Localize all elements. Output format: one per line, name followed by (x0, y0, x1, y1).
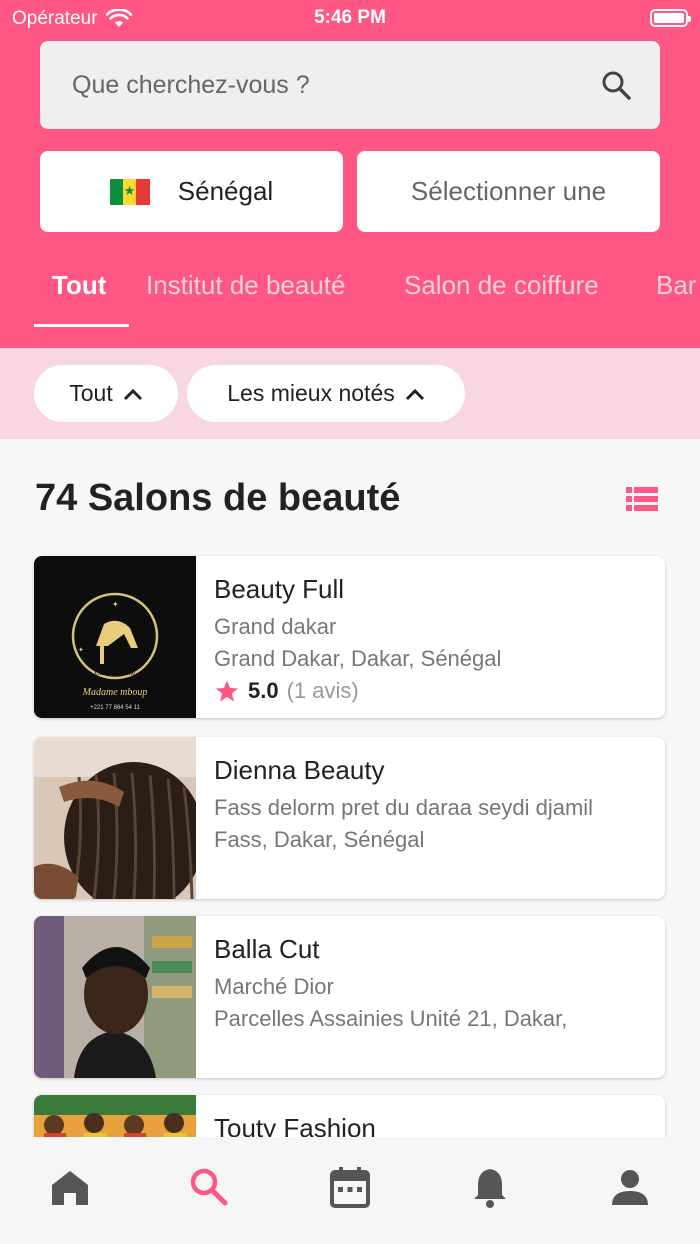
calendar-icon[interactable] (328, 1165, 372, 1209)
bell-icon[interactable] (468, 1165, 512, 1209)
search-placeholder: Que cherchez-vous ? (72, 71, 310, 99)
star-icon (216, 680, 238, 702)
list-view-icon[interactable] (626, 487, 658, 511)
rating-score: 5.0 (248, 678, 279, 703)
country-selector[interactable]: ★ Sénégal (40, 151, 343, 232)
salon-photo-braids (34, 737, 196, 899)
svg-text:✦: ✦ (78, 646, 84, 654)
salon-card[interactable]: Balla Cut Marché Dior Parcelles Assainie… (34, 916, 665, 1078)
filter-bar: Tout Les mieux notés (0, 348, 700, 439)
salon-address: Parcelles Assainies Unité 21, Dakar, (214, 1006, 568, 1031)
battery-icon (650, 9, 691, 27)
sort-filter-label: Les mieux notés (227, 380, 395, 406)
type-filter-label: Tout (69, 380, 113, 406)
salon-name: Beauty Full (214, 574, 345, 604)
tab-all[interactable]: Tout (52, 270, 106, 301)
salon-rating: 5.0 (1 avis) (214, 675, 657, 707)
salon-card[interactable]: Dienna Beauty Fass delorm pret du daraa … (34, 737, 665, 899)
salon-area: Marché Dior (214, 974, 334, 999)
region-selector[interactable]: Sélectionner une (357, 151, 660, 232)
header: Opérateur 5:46 PM Que cherchez-vous ? ★ … (0, 0, 700, 348)
tab-hair-salon[interactable]: Salon de coiffure (404, 270, 599, 301)
logo-title-text: Chez la lionne (95, 669, 135, 677)
status-bar: Opérateur 5:46 PM (0, 0, 700, 36)
country-label: Sénégal (177, 176, 274, 206)
category-tabs: Tout Institut de beauté Salon de coiffur… (0, 262, 700, 328)
active-tab-indicator (34, 324, 129, 327)
type-filter-chip[interactable]: Tout (34, 365, 178, 422)
search-icon[interactable] (187, 1165, 231, 1209)
search-icon[interactable] (600, 69, 632, 101)
salon-address: Fass, Dakar, Sénégal (214, 827, 425, 852)
bottom-nav (0, 1137, 700, 1244)
svg-text:✦: ✦ (112, 600, 119, 609)
salon-area: Grand dakar (214, 614, 337, 639)
tab-bar[interactable]: Bar (656, 270, 696, 301)
salon-name: Balla Cut (214, 934, 320, 964)
region-placeholder: Sélectionner une (410, 176, 607, 206)
results-title: 74 Salons de beauté (35, 477, 401, 519)
salon-card[interactable]: ✦ ✦ Chez la lionne Madame mboup +221 77 … (34, 556, 665, 718)
salon-logo-image: ✦ ✦ Chez la lionne Madame mboup +221 77 … (34, 556, 196, 718)
home-icon[interactable] (48, 1165, 92, 1209)
review-count: (1 avis) (286, 678, 359, 703)
profile-icon[interactable] (608, 1165, 652, 1209)
salon-photo-barber (34, 916, 196, 1078)
salon-name: Dienna Beauty (214, 755, 385, 785)
salon-address: Grand Dakar, Dakar, Sénégal (214, 646, 502, 671)
logo-subtitle-text: Madame mboup (82, 687, 148, 698)
tab-beauty-institute[interactable]: Institut de beauté (146, 270, 345, 301)
sort-filter-chip[interactable]: Les mieux notés (187, 365, 465, 422)
salon-area: Fass delorm pret du daraa seydi djamil (214, 795, 594, 820)
chevron-up-icon (405, 388, 424, 400)
clock: 5:46 PM (314, 7, 386, 28)
search-input[interactable]: Que cherchez-vous ? (40, 41, 660, 129)
logo-phone-text: +221 77 864 54 11 (90, 705, 140, 711)
chevron-up-icon (123, 388, 142, 400)
senegal-flag-icon: ★ (109, 178, 150, 205)
